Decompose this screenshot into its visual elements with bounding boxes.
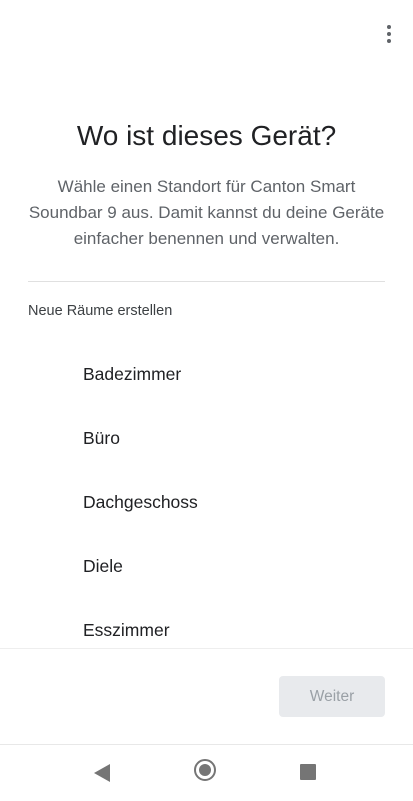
more-vert-icon[interactable] bbox=[379, 22, 399, 46]
room-item-badezimmer[interactable]: Badezimmer bbox=[0, 342, 413, 406]
system-nav-bar bbox=[0, 744, 413, 801]
recent-square-icon[interactable] bbox=[300, 764, 316, 780]
room-item-buero[interactable]: Büro bbox=[0, 406, 413, 470]
back-triangle-icon[interactable] bbox=[94, 764, 110, 782]
home-circle-icon[interactable] bbox=[194, 759, 216, 781]
next-button[interactable]: Weiter bbox=[279, 676, 385, 717]
page-title: Wo ist dieses Gerät? bbox=[76, 120, 337, 151]
room-list: Badezimmer Büro Dachgeschoss Diele Esszi… bbox=[0, 342, 413, 662]
top-app-bar bbox=[0, 0, 413, 70]
section-divider bbox=[28, 281, 385, 282]
room-item-diele[interactable]: Diele bbox=[0, 534, 413, 598]
room-item-esszimmer[interactable]: Esszimmer bbox=[0, 598, 413, 662]
room-item-dachgeschoss[interactable]: Dachgeschoss bbox=[0, 470, 413, 534]
footer-divider bbox=[0, 648, 413, 649]
section-label: Neue Räume erstellen bbox=[28, 303, 173, 319]
page-subtitle: Wähle einen Standort für Canton Smart So… bbox=[28, 177, 385, 248]
